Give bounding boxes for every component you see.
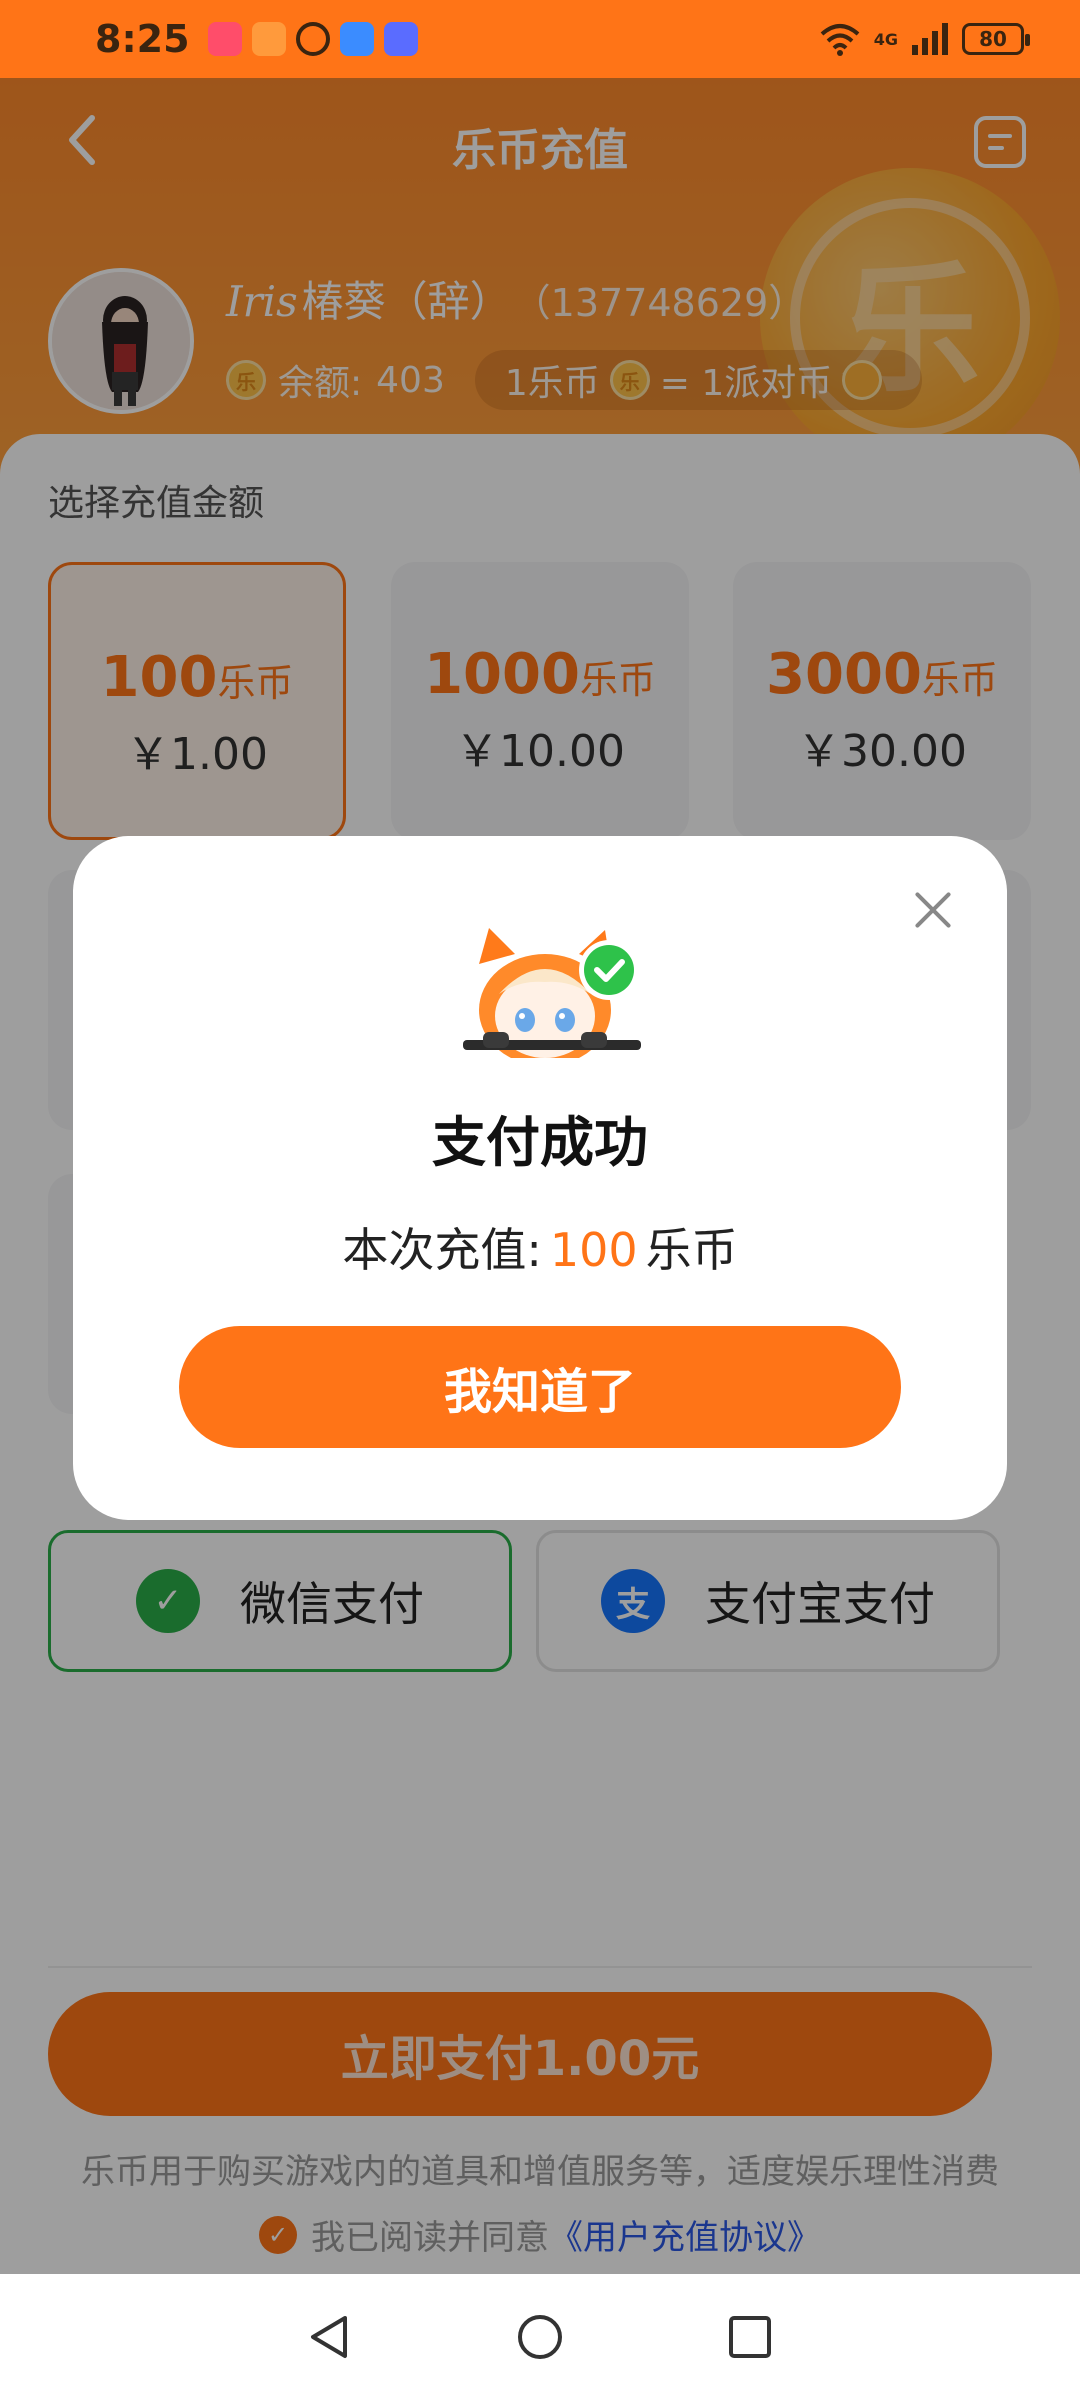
nav-recents-icon[interactable] bbox=[725, 2312, 775, 2362]
browser-app-icon bbox=[339, 22, 374, 56]
network-type: 4G bbox=[873, 29, 898, 49]
message-prefix: 本次充值: bbox=[342, 1223, 542, 1277]
mascot-success-icon bbox=[463, 928, 641, 1058]
battery-icon: 80 bbox=[962, 23, 1030, 55]
status-right: 4G 80 bbox=[820, 22, 1030, 56]
music-app-icon bbox=[383, 22, 418, 56]
got-it-button[interactable]: 我知道了 bbox=[179, 1326, 901, 1448]
system-nav-bar bbox=[0, 2274, 1080, 2400]
dialog-message: 本次充值: 100 乐币 bbox=[73, 1214, 1007, 1280]
close-icon[interactable] bbox=[911, 888, 955, 932]
huawei-app-icon bbox=[207, 22, 242, 56]
radar-app-icon bbox=[295, 22, 330, 56]
wifi-icon bbox=[820, 24, 860, 56]
nav-back-icon[interactable] bbox=[305, 2312, 355, 2362]
message-suffix: 乐币 bbox=[645, 1223, 738, 1277]
signal-icon bbox=[912, 23, 948, 55]
status-bar: 8:25 4G 80 bbox=[0, 0, 1080, 78]
nav-home-icon[interactable] bbox=[515, 2312, 565, 2362]
video-app-icon bbox=[251, 22, 286, 56]
dialog-title: 支付成功 bbox=[432, 1111, 648, 1174]
message-amount: 100 bbox=[549, 1223, 638, 1277]
payment-success-dialog: 支付成功 本次充值: 100 乐币 我知道了 bbox=[73, 836, 1007, 1520]
status-time: 8:25 bbox=[95, 17, 190, 61]
